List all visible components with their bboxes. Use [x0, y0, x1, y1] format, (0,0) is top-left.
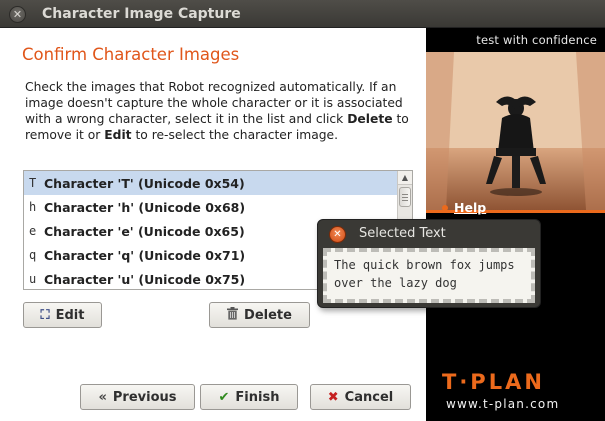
list-item[interactable]: h Character 'h' (Unicode 0x68) [24, 195, 398, 219]
checkmark-icon: ✔ [218, 389, 230, 405]
selected-text-content: The quick brown fox jumps over the lazy … [334, 256, 534, 292]
title-bar: ✕ Character Image Capture [0, 0, 605, 28]
previous-button[interactable]: « Previous [80, 384, 195, 410]
finish-button[interactable]: ✔ Finish [200, 384, 298, 410]
selected-text-line: over the lazy dog [334, 276, 457, 290]
delete-button[interactable]: Delete [209, 302, 310, 328]
list-item-label: Character 'q' (Unicode 0x71) [44, 247, 246, 263]
trash-icon [227, 306, 239, 324]
list-item-label: Character 'u' (Unicode 0x75) [44, 271, 246, 287]
cross-icon: ✖ [327, 389, 339, 405]
previous-button-label: Previous [112, 389, 177, 405]
instructions-edit-word: Edit [104, 128, 132, 142]
list-item-label: Character 'T' (Unicode 0x54) [44, 175, 245, 191]
cancel-button-label: Cancel [344, 389, 394, 405]
edit-button[interactable]: ⛶ Edit [23, 302, 102, 328]
popup-body: The quick brown fox jumps over the lazy … [323, 248, 535, 303]
brand-photo [426, 52, 605, 210]
character-image: e [29, 224, 37, 238]
edit-icon: ⛶ [40, 307, 50, 323]
instructions-delete-word: Delete [347, 112, 393, 126]
finish-button-label: Finish [235, 389, 280, 405]
help-link[interactable]: Help [454, 200, 486, 215]
list-item[interactable]: T Character 'T' (Unicode 0x54) [24, 171, 398, 195]
popup-close-icon[interactable]: ✕ [329, 226, 346, 243]
t-plan-logo: T·PLAN [442, 370, 545, 394]
list-item-label: Character 'e' (Unicode 0x65) [44, 223, 245, 239]
character-image: q [29, 248, 37, 262]
instructions-text: Check the images that Robot recognized a… [25, 80, 409, 142]
window-close-icon[interactable]: ✕ [9, 6, 26, 23]
selected-text-popup: ✕ Selected Text The quick brown fox jump… [317, 219, 541, 308]
bullet-icon [442, 204, 448, 211]
help-link-row[interactable]: Help [442, 200, 486, 215]
character-image: h [29, 200, 37, 214]
character-image: u [29, 272, 37, 286]
double-chevron-left-icon: « [98, 389, 107, 405]
brand-url: www.t-plan.com [446, 397, 560, 411]
scroll-thumb[interactable] [399, 187, 411, 207]
popup-title: Selected Text [359, 226, 446, 241]
page-heading: Confirm Character Images [22, 45, 240, 64]
delete-button-label: Delete [244, 307, 292, 323]
tagline: test with confidence [476, 33, 597, 47]
window-title: Character Image Capture [42, 6, 241, 22]
cancel-button[interactable]: ✖ Cancel [310, 384, 411, 410]
character-image: T [29, 176, 37, 190]
list-item-label: Character 'h' (Unicode 0x68) [44, 199, 246, 215]
edit-button-label: Edit [55, 307, 85, 323]
scroll-up-arrow-icon[interactable]: ▲ [398, 171, 412, 185]
selected-text-line: The quick brown fox jumps [334, 258, 515, 272]
